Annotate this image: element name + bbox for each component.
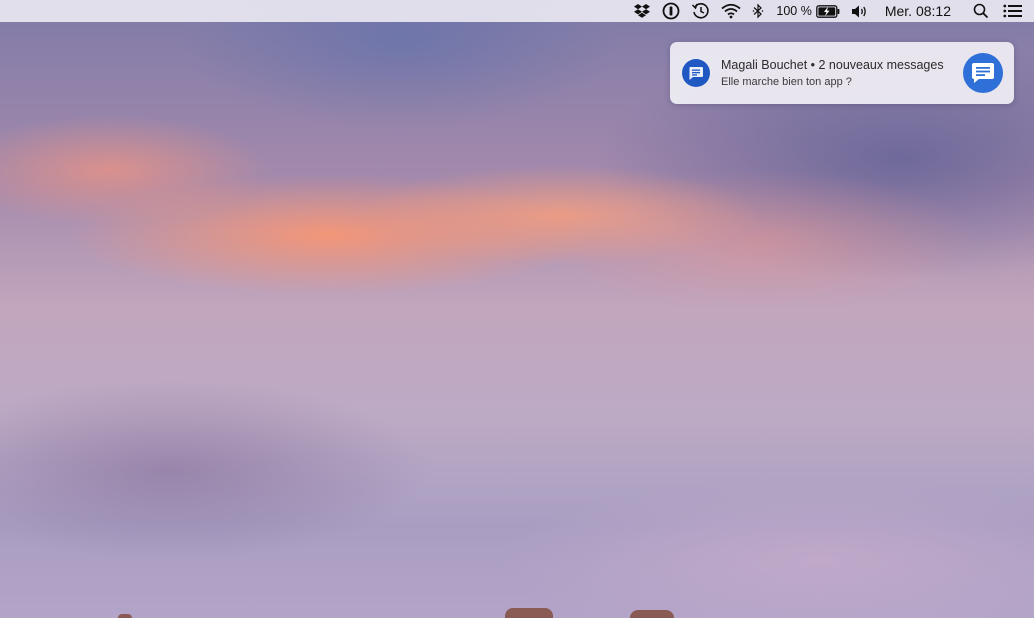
wifi-icon[interactable]: [721, 0, 741, 22]
desktop: 100 % Mer. 08:12 Magali Bouchet • 2 nouv…: [0, 0, 1034, 618]
menu-bar-clock[interactable]: Mer. 08:12: [885, 0, 951, 22]
battery-percent[interactable]: 100 %: [776, 0, 811, 22]
notification-title: Magali Bouchet • 2 nouveaux messages: [721, 58, 944, 72]
bluetooth-icon[interactable]: [752, 0, 764, 22]
messages-icon: [963, 53, 1003, 93]
mountain-peak: [630, 610, 674, 618]
volume-icon[interactable]: [851, 0, 869, 22]
onepassword-icon[interactable]: [662, 0, 680, 22]
notification-body: Elle marche bien ton app ?: [721, 76, 852, 88]
battery-icon[interactable]: [815, 0, 840, 22]
message-notification[interactable]: Magali Bouchet • 2 nouveaux messages Ell…: [670, 42, 1014, 104]
messages-app-icon: [682, 59, 710, 87]
time-machine-icon[interactable]: [691, 0, 710, 22]
dropbox-icon[interactable]: [633, 0, 651, 22]
menu-bar: 100 % Mer. 08:12: [0, 0, 1034, 22]
notification-center-icon[interactable]: [1003, 0, 1022, 22]
mountain-peak: [118, 614, 132, 618]
mountain-peak: [505, 608, 553, 618]
spotlight-search-icon[interactable]: [973, 0, 989, 22]
